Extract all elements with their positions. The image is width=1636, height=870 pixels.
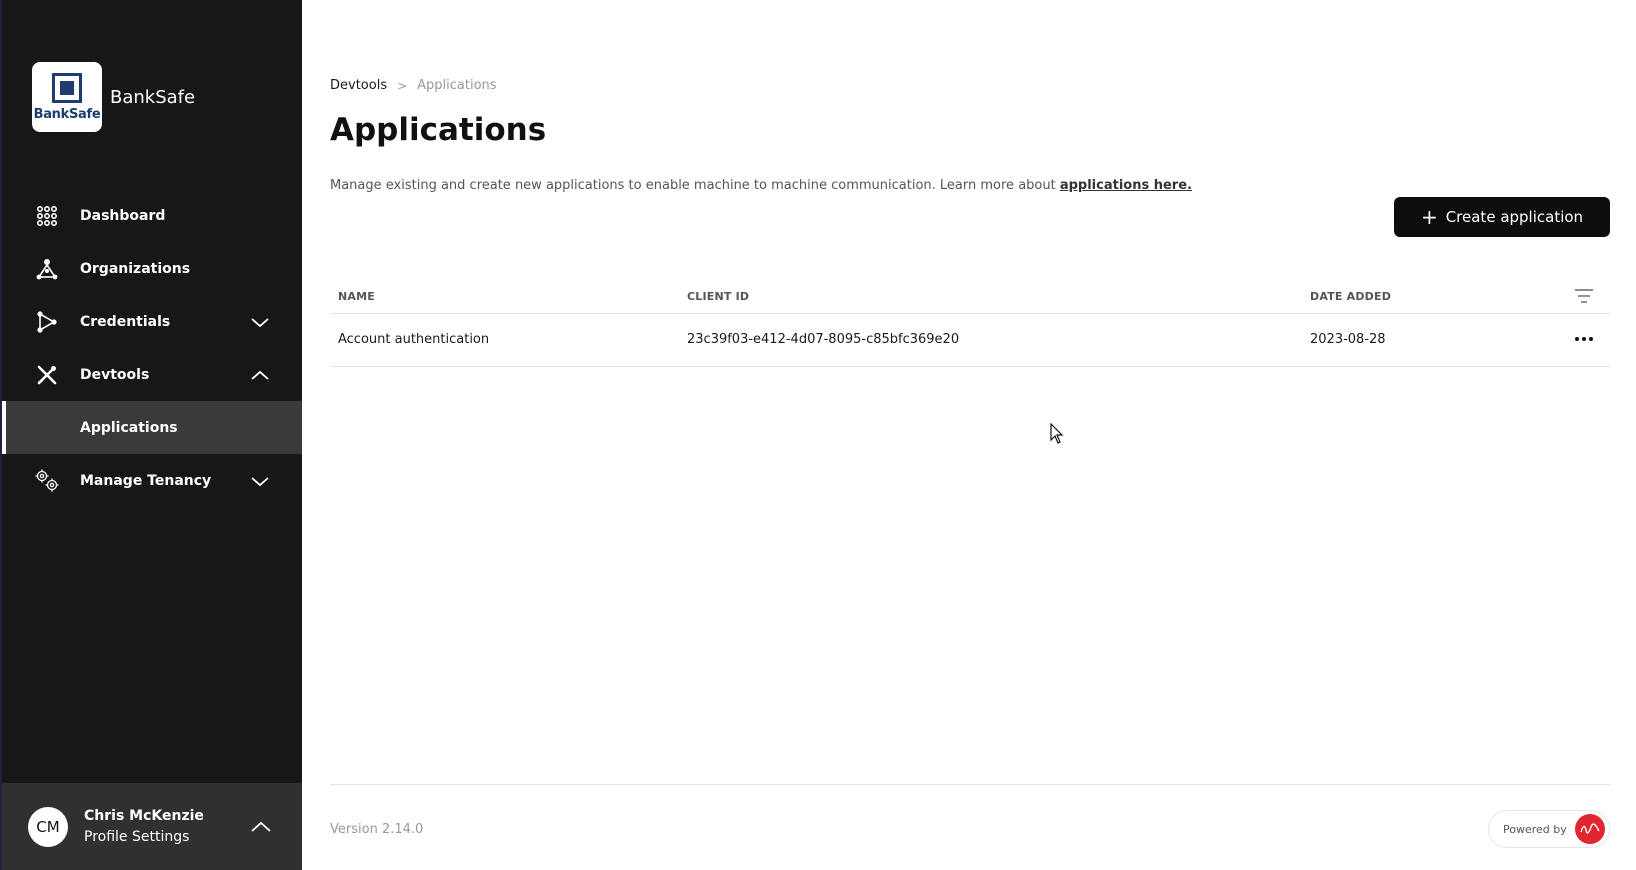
sidebar-item-dashboard[interactable]: Dashboard: [2, 189, 302, 242]
plus-icon: +: [1420, 205, 1438, 229]
chevron-down-icon[interactable]: [250, 471, 270, 491]
cell-client-id: 23c39f03-e412-4d07-8095-c85bfc369e20: [687, 332, 960, 347]
create-application-label: Create application: [1445, 208, 1584, 226]
filter-icon[interactable]: [1574, 287, 1594, 305]
description-text: Manage existing and create new applicati…: [330, 178, 1060, 193]
powered-by-badge[interactable]: Powered by: [1488, 810, 1610, 848]
bank-square-icon: [52, 72, 82, 103]
main-content: Devtools > Applications Applications Man…: [330, 0, 1610, 870]
sidebar-item-label: Organizations: [80, 260, 191, 277]
page-title: Applications: [330, 112, 547, 148]
table-row[interactable]: Account authentication 23c39f03-e412-4d0…: [330, 314, 1610, 367]
column-header-client-id[interactable]: CLIENT ID: [687, 290, 749, 303]
footer-divider: [330, 784, 1610, 785]
chevron-down-icon[interactable]: [250, 312, 270, 332]
sidebar-item-label: Dashboard: [80, 207, 166, 224]
cell-name: Account authentication: [338, 332, 490, 347]
more-options-icon[interactable]: [1574, 332, 1594, 346]
create-application-button[interactable]: + Create application: [1394, 197, 1610, 237]
applications-table: NAME CLIENT ID DATE ADDED Account authen…: [330, 278, 1610, 367]
credentials-icon: [34, 309, 60, 335]
table-header: NAME CLIENT ID DATE ADDED: [330, 278, 1610, 314]
sidebar-item-label: Applications: [80, 419, 178, 436]
sidebar: BankSafe BankSafe Dashboard Organization…: [0, 0, 302, 870]
sidebar-item-label: Credentials: [80, 313, 171, 330]
sidebar-item-label: Devtools: [80, 366, 150, 383]
sidebar-item-manage-tenancy[interactable]: Manage Tenancy: [2, 454, 302, 507]
profile-settings-link[interactable]: Profile Settings: [84, 829, 189, 845]
grid-icon: [34, 203, 60, 229]
breadcrumb-current: Applications: [417, 78, 497, 93]
cell-date-added: 2023-08-28: [1310, 332, 1386, 347]
vendor-logo-icon: [1575, 814, 1605, 844]
mouse-cursor-icon: [1050, 423, 1064, 444]
sidebar-nav: Dashboard Organizations Credentials Devt…: [2, 189, 302, 507]
brand[interactable]: BankSafe BankSafe: [32, 62, 195, 132]
profile-name: Chris McKenzie: [84, 808, 204, 824]
sidebar-item-credentials[interactable]: Credentials: [2, 295, 302, 348]
breadcrumb: Devtools > Applications: [330, 78, 497, 93]
avatar[interactable]: CM: [28, 807, 68, 847]
brand-name: BankSafe: [110, 86, 196, 108]
organization-icon: [34, 256, 60, 282]
column-header-name[interactable]: NAME: [338, 290, 375, 303]
sidebar-item-devtools[interactable]: Devtools: [2, 348, 302, 401]
breadcrumb-separator: >: [397, 78, 408, 93]
brand-logo: BankSafe: [32, 62, 102, 132]
gears-icon: [34, 468, 60, 494]
chevron-up-icon[interactable]: [250, 365, 270, 385]
sidebar-item-applications[interactable]: Applications: [2, 401, 302, 454]
profile-settings[interactable]: CM Chris McKenzie Profile Settings: [2, 783, 302, 870]
tools-icon: [34, 362, 60, 388]
page-description: Manage existing and create new applicati…: [330, 178, 1192, 193]
column-header-date-added[interactable]: DATE ADDED: [1310, 290, 1391, 303]
powered-by-label: Powered by: [1503, 822, 1567, 836]
breadcrumb-devtools[interactable]: Devtools: [330, 78, 387, 93]
sidebar-item-organizations[interactable]: Organizations: [2, 242, 302, 295]
brand-logo-text: BankSafe: [33, 106, 101, 122]
version-label: Version 2.14.0: [330, 822, 424, 837]
sidebar-item-label: Manage Tenancy: [80, 472, 212, 489]
applications-help-link[interactable]: applications here.: [1060, 178, 1192, 193]
chevron-up-icon[interactable]: [250, 817, 272, 837]
